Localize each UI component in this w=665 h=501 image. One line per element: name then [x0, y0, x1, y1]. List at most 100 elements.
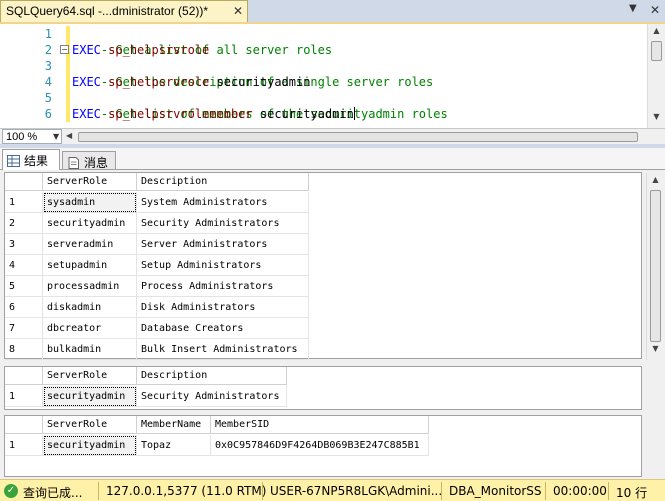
sql-procedure: sp_helpsrvrole [108, 75, 210, 89]
editor-vertical-scrollbar[interactable]: ▲ ▼ [647, 24, 665, 128]
change-marker [66, 90, 70, 106]
table-row[interactable]: 7 dbcreator Database Creators [5, 318, 309, 339]
table-row[interactable]: 2 securityadmin Security Administrators [5, 213, 309, 234]
row-number[interactable]: 4 [5, 255, 43, 276]
grid-cell[interactable]: Server Administrators [137, 234, 309, 255]
chevron-down-icon[interactable]: ▼ [53, 132, 59, 141]
grid-header: ServerRole MemberName MemberSID [5, 416, 429, 434]
line-number: 1 [44, 27, 52, 41]
grid-cell[interactable]: processadmin [43, 276, 137, 297]
tab-messages[interactable]: 消息 [62, 151, 116, 170]
row-number[interactable]: 8 [5, 339, 43, 360]
column-header[interactable]: ServerRole [43, 173, 137, 191]
column-header[interactable]: MemberSID [211, 416, 429, 434]
tab-list-dropdown-icon[interactable]: ▼ [629, 3, 637, 14]
grid-cell[interactable]: securityadmin [43, 435, 137, 456]
row-number[interactable]: 1 [5, 435, 43, 456]
user-info: USER-67NP5R8LGK\Admini... [270, 484, 443, 498]
column-header[interactable]: Description [137, 173, 309, 191]
row-number[interactable]: 1 [5, 192, 43, 213]
line-number: 2 [44, 43, 52, 57]
grid-cell[interactable]: System Administrators [137, 192, 309, 213]
grid-cell[interactable]: 0x0C957846D9F4264DB069B3E247C885B1 [211, 435, 429, 456]
row-count: 10 行 [616, 486, 648, 500]
tab-results[interactable]: 结果 [2, 149, 60, 170]
sql-keyword: EXEC [72, 107, 101, 121]
grid-cell[interactable]: Bulk Insert Administrators [137, 339, 309, 360]
grid-cell[interactable]: bulkadmin [43, 339, 137, 360]
table-row[interactable]: 5 processadmin Process Administrators [5, 276, 309, 297]
grid-cell[interactable]: Disk Administrators [137, 297, 309, 318]
scroll-left-icon[interactable]: ◀ [66, 131, 72, 140]
result-grid-2[interactable]: ServerRole Description 1 securityadmin S… [4, 366, 642, 410]
query-tab[interactable]: SQLQuery64.sql -...dministrator (52))* ✕ [0, 0, 248, 22]
change-marker [66, 106, 70, 122]
scroll-up-icon[interactable]: ▲ [649, 175, 662, 189]
scroll-thumb[interactable] [78, 132, 638, 142]
row-number[interactable]: 5 [5, 276, 43, 297]
table-row[interactable]: 1 securityadmin Topaz 0x0C957846D9F4264D… [5, 435, 429, 456]
grid-cell[interactable]: Security Administrators [137, 386, 287, 407]
window-close-icon[interactable]: ✕ [650, 3, 660, 17]
sql-keyword: EXEC [72, 75, 101, 89]
table-row[interactable]: 1 sysadmin System Administrators [5, 192, 309, 213]
column-header[interactable]: ServerRole [43, 367, 137, 385]
grid-header: ServerRole Description [5, 173, 309, 191]
collapse-icon[interactable]: − [60, 45, 69, 54]
grid-cell[interactable]: serveradmin [43, 234, 137, 255]
results-pane: ServerRole Description 1 sysadmin System… [0, 170, 665, 479]
result-grid-1[interactable]: ServerRole Description 1 sysadmin System… [4, 172, 663, 360]
grid-cell[interactable]: Security Administrators [137, 213, 309, 234]
table-row[interactable]: 6 diskadmin Disk Administrators [5, 297, 309, 318]
status-separator [545, 482, 546, 500]
scroll-up-icon[interactable]: ▲ [650, 26, 663, 40]
grid-cell[interactable]: Topaz [137, 435, 211, 456]
grid-cell[interactable]: sysadmin [43, 192, 137, 213]
zoom-select[interactable]: 100 % ▼ [2, 129, 62, 144]
scroll-down-icon[interactable]: ▼ [649, 344, 662, 358]
column-header[interactable]: MemberName [137, 416, 211, 434]
row-number[interactable]: 7 [5, 318, 43, 339]
row-number[interactable]: 2 [5, 213, 43, 234]
sql-editor[interactable]: 1 2 3 4 5 6 − --Get a list of all server… [0, 22, 665, 128]
sql-procedure: sp_helpsrvrole [108, 43, 210, 57]
database-name: DBA_MonitorSS [449, 484, 542, 498]
row-number[interactable]: 3 [5, 234, 43, 255]
grid-cell[interactable]: Setup Administrators [137, 255, 309, 276]
sql-argument: securityadmin [216, 75, 311, 89]
status-separator [262, 482, 263, 500]
result-grid-3[interactable]: ServerRole MemberName MemberSID 1 securi… [4, 415, 642, 477]
row-header-corner [5, 173, 43, 191]
tab-messages-label: 消息 [84, 156, 109, 170]
line-number: 5 [44, 91, 52, 105]
table-row[interactable]: 4 setupadmin Setup Administrators [5, 255, 309, 276]
close-icon[interactable]: ✕ [233, 4, 243, 18]
grid-cell[interactable]: Database Creators [137, 318, 309, 339]
table-row[interactable]: 1 securityadmin Security Administrators [5, 386, 287, 407]
scroll-thumb[interactable] [651, 41, 662, 61]
change-marker [66, 58, 70, 74]
grid-vertical-scrollbar[interactable]: ▲ ▼ [646, 173, 663, 360]
sql-keyword: EXEC [72, 43, 101, 57]
column-header[interactable]: Description [137, 367, 287, 385]
grid-cell[interactable]: dbcreator [43, 318, 137, 339]
grid-icon [7, 155, 20, 167]
grid-cell[interactable]: Process Administrators [137, 276, 309, 297]
success-check-icon: ✓ [4, 484, 18, 498]
table-row[interactable]: 3 serveradmin Server Administrators [5, 234, 309, 255]
column-header[interactable]: ServerRole [43, 416, 137, 434]
scroll-thumb[interactable] [650, 190, 661, 342]
row-number[interactable]: 6 [5, 297, 43, 318]
sql-argument: securityadmin [259, 107, 354, 121]
query-status: 查询已成... [23, 486, 83, 500]
table-row[interactable]: 8 bulkadmin Bulk Insert Administrators [5, 339, 309, 360]
scroll-down-icon[interactable]: ▼ [650, 112, 663, 126]
row-number[interactable]: 1 [5, 386, 43, 407]
grid-cell[interactable]: securityadmin [43, 386, 137, 407]
code-line-4: EXEC sp_helpsrvrole securityadmin [72, 74, 310, 90]
editor-horizontal-scrollbar[interactable]: ◀ [64, 130, 646, 144]
zoom-bar: 100 % ▼ ◀ [0, 128, 665, 144]
grid-cell[interactable]: diskadmin [43, 297, 137, 318]
grid-cell[interactable]: securityadmin [43, 213, 137, 234]
grid-cell[interactable]: setupadmin [43, 255, 137, 276]
